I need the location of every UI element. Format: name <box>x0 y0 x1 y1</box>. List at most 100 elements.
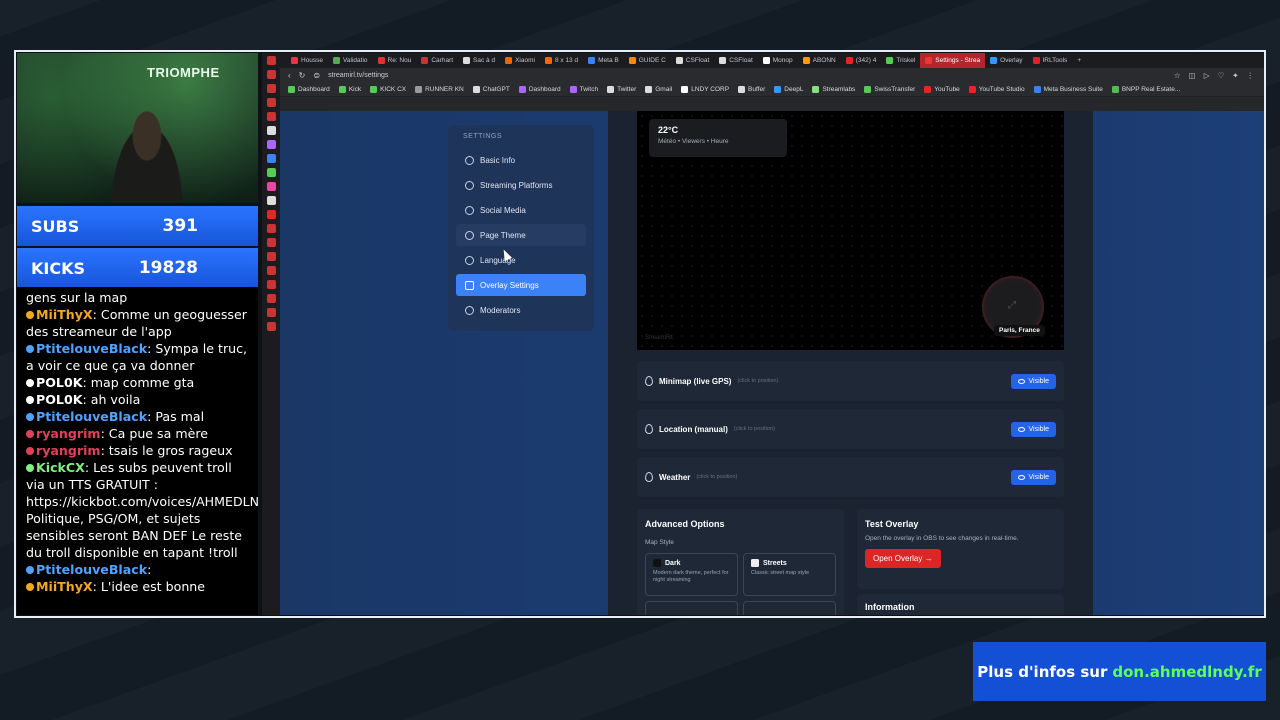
visible-toggle-button[interactable]: Visible <box>1010 373 1056 389</box>
settings-item-social-media[interactable]: Social Media <box>456 199 586 221</box>
browser-tab[interactable]: GUIDE C <box>624 53 671 68</box>
browser-tab[interactable]: Housse <box>286 53 328 68</box>
bookmark-favicon-icon <box>738 86 746 93</box>
open-overlay-button[interactable]: Open Overlay → <box>865 549 941 568</box>
sidebar-app-icon[interactable] <box>266 238 276 247</box>
settings-item-streaming-platforms[interactable]: Streaming Platforms <box>456 174 586 196</box>
overlay-preview[interactable]: 22°C Météo • Viewers • Heure ⤢ Paris, Fr… <box>637 111 1064 350</box>
user-badge-icon <box>26 566 34 574</box>
overlay-row-hint: (click to position) <box>737 378 779 384</box>
visible-toggle-button[interactable]: Visible <box>1010 421 1056 437</box>
weather-widget[interactable]: 22°C Météo • Viewers • Heure <box>649 119 787 157</box>
browser-tab[interactable]: Overlay <box>985 53 1027 68</box>
sidebar-app-icon[interactable] <box>266 56 276 65</box>
map-style-option[interactable] <box>743 601 836 615</box>
bookmark-label: KICK CX <box>380 86 407 93</box>
bookmark-item[interactable]: Kick <box>338 86 361 93</box>
bookmark-item[interactable]: YouTube Studio <box>968 86 1025 93</box>
chat-username: PtitelouveBlack <box>36 409 148 424</box>
back-icon[interactable]: ‹ <box>288 71 291 80</box>
settings-item-moderators[interactable]: Moderators <box>456 299 586 321</box>
browser-tab[interactable]: Triskel <box>881 53 920 68</box>
sidebar-app-icon[interactable] <box>266 126 276 135</box>
sidebar-app-icon[interactable] <box>266 84 276 93</box>
sidebar-app-icon[interactable] <box>266 266 276 275</box>
sidebar-app-icon[interactable] <box>266 252 276 261</box>
information-title: Information <box>865 602 915 612</box>
visible-toggle-button[interactable]: Visible <box>1010 469 1056 485</box>
sidebar-app-icon[interactable] <box>266 224 276 233</box>
settings-item-overlay-settings[interactable]: Overlay Settings <box>456 274 586 296</box>
url-text[interactable]: streamirl.tv/settings <box>328 72 388 79</box>
tab-title: CSFloat <box>685 57 710 64</box>
sidebar-app-icon[interactable] <box>266 70 276 79</box>
bookmark-item[interactable]: KICK CX <box>370 86 406 93</box>
browser-tab[interactable]: Monop <box>758 53 798 68</box>
bookmark-item[interactable]: Buffer <box>738 86 765 93</box>
tab-favicon-icon <box>719 57 727 64</box>
menu-icon[interactable]: ⋮ <box>1247 71 1255 80</box>
browser-tab[interactable]: CSFloat <box>714 53 757 68</box>
browser-tab[interactable]: Carhart <box>416 53 458 68</box>
sidebar-app-icon[interactable] <box>266 322 276 331</box>
map-style-option[interactable] <box>645 601 738 615</box>
bookmark-item[interactable]: Twitter <box>607 86 636 93</box>
bookmark-item[interactable]: ChatGPT <box>472 86 510 93</box>
browser-tab[interactable]: Xiaomi <box>500 53 540 68</box>
map-style-dark[interactable]: Dark Modern dark theme, perfect for nigh… <box>645 553 738 596</box>
bookmark-item[interactable]: LNDY CORP <box>681 86 729 93</box>
browser-tab[interactable]: ABONN <box>798 53 841 68</box>
chat-message: MiiThyX: L'idee est bonne <box>26 578 250 595</box>
chat-username: MiiThyX <box>36 307 93 322</box>
browser-tab[interactable]: Sac à d <box>458 53 500 68</box>
sidebar-app-icon[interactable] <box>266 182 276 191</box>
browser-tab[interactable]: (342) 4 <box>841 53 882 68</box>
extensions-icon[interactable]: ✦ <box>1232 71 1238 80</box>
extension-icon[interactable]: ◫ <box>1189 71 1196 80</box>
sidebar-app-icon[interactable] <box>266 98 276 107</box>
browser-tab[interactable]: Settings - Strea <box>920 53 986 68</box>
bookmark-item[interactable]: DeepL <box>774 86 803 93</box>
bookmark-item[interactable]: Streamlabs <box>812 86 855 93</box>
sidebar-app-icon[interactable] <box>266 168 276 177</box>
bookmark-label: RUNNER KN <box>425 86 464 93</box>
browser-tab[interactable]: Validatio <box>328 53 372 68</box>
sidebar-app-icon[interactable] <box>266 140 276 149</box>
reload-icon[interactable]: ↻ <box>299 71 306 80</box>
settings-item-language[interactable]: Language <box>456 249 586 271</box>
bookmark-item[interactable]: SwissTransfer <box>864 86 915 93</box>
new-tab-icon[interactable]: + <box>1072 57 1086 64</box>
sidebar-app-icon[interactable] <box>266 280 276 289</box>
extension-icon[interactable]: ▷ <box>1204 71 1210 80</box>
bookmark-favicon-icon <box>569 86 577 93</box>
sidebar-app-icon[interactable] <box>266 308 276 317</box>
bookmark-item[interactable]: BNPP Real Estate... <box>1111 86 1180 93</box>
settings-item-basic-info[interactable]: Basic Info <box>456 149 586 171</box>
heart-icon[interactable]: ♡ <box>1217 71 1224 80</box>
browser-tab[interactable]: 8 x 13 d <box>540 53 583 68</box>
sidebar-app-icon[interactable] <box>266 112 276 121</box>
sidebar-app-icon[interactable] <box>266 154 276 163</box>
map-style-streets[interactable]: Streets Classic street map style <box>743 553 836 596</box>
bookmark-icon[interactable]: ☆ <box>1174 71 1181 80</box>
chat-message: PtitelouveBlack: <box>26 561 250 578</box>
bookmark-item[interactable]: YouTube <box>924 86 960 93</box>
browser-tab[interactable]: IRLTools <box>1028 53 1073 68</box>
bookmark-item[interactable]: Gmail <box>645 86 672 93</box>
browser-tab[interactable]: Meta B <box>583 53 624 68</box>
bookmark-item[interactable]: Dashboard <box>518 86 561 93</box>
bookmark-item[interactable]: Meta Business Suite <box>1033 86 1103 93</box>
settings-item-page-theme[interactable]: Page Theme <box>456 224 586 246</box>
site-info-icon[interactable]: ⊜ <box>313 71 320 80</box>
settings-menu: SETTINGS Basic Info Streaming Platforms So… <box>448 125 594 331</box>
browser-tab[interactable]: CSFloat <box>671 53 714 68</box>
bookmark-item[interactable]: Dashboard <box>288 86 330 93</box>
bookmark-item[interactable]: Twitch <box>569 86 598 93</box>
user-badge-icon <box>26 396 34 404</box>
settings-item-label: Overlay Settings <box>480 280 539 290</box>
sidebar-app-icon[interactable] <box>266 294 276 303</box>
bookmark-item[interactable]: RUNNER KN <box>415 86 464 93</box>
sidebar-app-icon[interactable] <box>266 210 276 219</box>
browser-tab[interactable]: Re: Nou <box>373 53 417 68</box>
sidebar-app-icon[interactable] <box>266 196 276 205</box>
